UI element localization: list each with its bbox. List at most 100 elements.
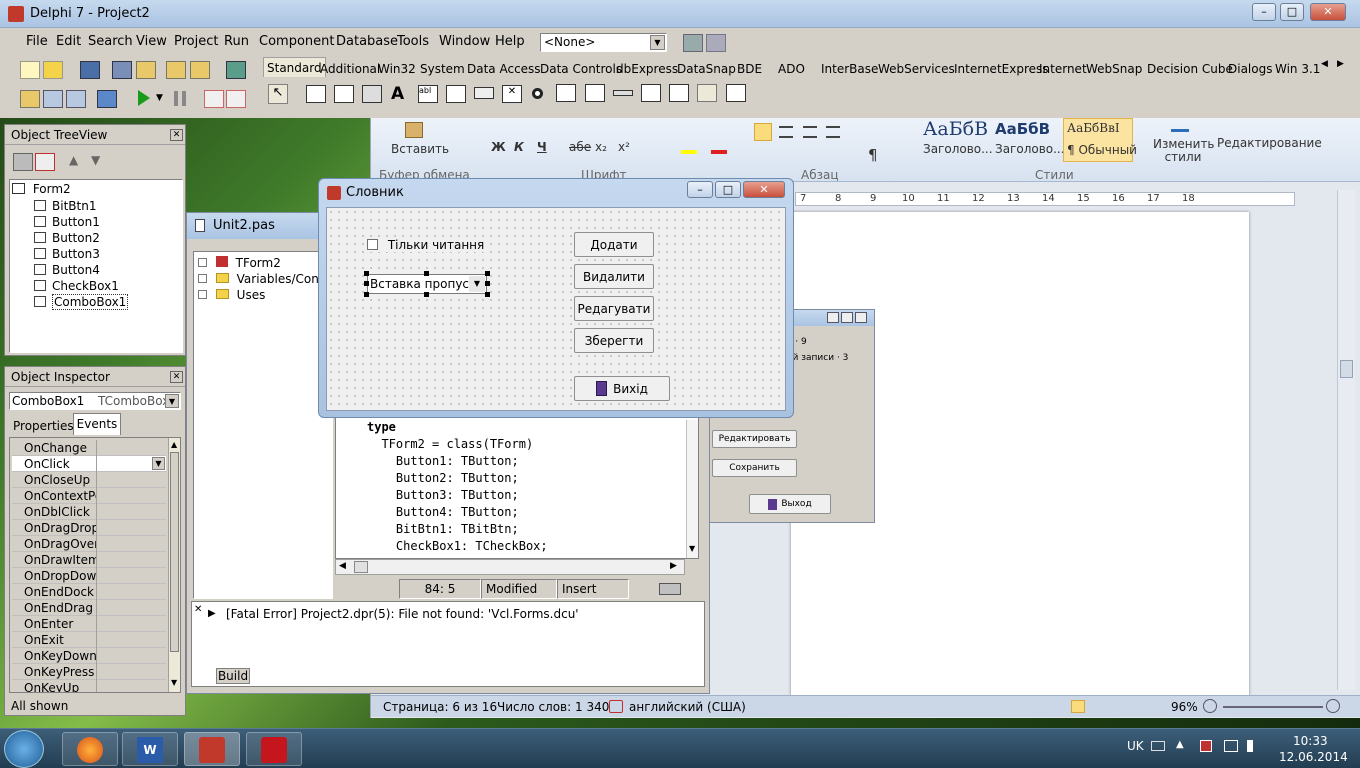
open-icon[interactable] xyxy=(43,61,63,79)
clock-time[interactable]: 10:33 xyxy=(1293,734,1328,748)
palette-scroll-right-icon[interactable]: ▶ xyxy=(1337,59,1344,69)
tree-item-button3[interactable]: Button3 xyxy=(34,246,100,262)
edit-button[interactable]: Редагувати xyxy=(574,296,654,321)
edit-icon[interactable]: abl xyxy=(418,85,438,103)
palette-tab-internetexpress[interactable]: InternetExpress xyxy=(954,59,1049,79)
taskbar-delphi[interactable] xyxy=(184,732,240,766)
hscroll-left-icon[interactable]: ◀ xyxy=(339,561,346,571)
paste-button[interactable]: Вставить xyxy=(389,122,449,170)
view-form-icon[interactable] xyxy=(43,90,63,108)
run-form-edit-button[interactable]: Редактировать xyxy=(712,430,797,448)
treeview-new-icon[interactable] xyxy=(13,153,33,171)
event-row-onenddrag[interactable]: OnEndDrag xyxy=(12,600,166,616)
palette-tab-webservices[interactable]: WebServices xyxy=(878,59,955,79)
palette-tab-data-access[interactable]: Data Access xyxy=(467,59,541,79)
close-button[interactable]: ✕ xyxy=(1310,3,1346,21)
event-row-ondblclick[interactable]: OnDblClick xyxy=(12,504,166,520)
code-hscroll[interactable]: ◀ ▶ xyxy=(335,559,685,575)
minimize-button[interactable]: – xyxy=(1252,3,1276,21)
exit-button[interactable]: Вихід xyxy=(574,376,670,401)
trace-into-icon[interactable] xyxy=(204,90,224,108)
mainmenu-icon[interactable] xyxy=(334,85,354,103)
menu-view[interactable]: View xyxy=(136,34,167,49)
selection-handle[interactable] xyxy=(364,292,369,297)
selection-handle[interactable] xyxy=(364,271,369,276)
pointer-icon[interactable]: ↖ xyxy=(268,84,288,104)
spelling-icon[interactable] xyxy=(609,700,623,713)
tree-item-button1[interactable]: Button1 xyxy=(34,214,100,230)
align-center-button[interactable] xyxy=(779,126,793,138)
word-status-words[interactable]: Число слов: 1 340 xyxy=(497,696,609,718)
event-row-onclick[interactable]: OnClick ▼ xyxy=(12,456,166,472)
tree-item-bitbtn1[interactable]: BitBtn1 xyxy=(34,198,96,214)
save-button[interactable]: Зберегти xyxy=(574,328,654,353)
menu-search[interactable]: Search xyxy=(88,34,133,49)
event-row-onenter[interactable]: OnEnter xyxy=(12,616,166,632)
arrow-up-icon[interactable]: ▲ xyxy=(69,153,78,167)
chevron-down-icon[interactable]: ▼ xyxy=(152,457,165,470)
form-client-area[interactable]: Тільки читання Вставка пропуску ▼ Додати… xyxy=(326,207,786,411)
network-icon[interactable] xyxy=(1224,740,1238,752)
arrow-down-icon[interactable]: ▼ xyxy=(91,153,100,167)
event-row-onexit[interactable]: OnExit xyxy=(12,632,166,648)
expand-icon[interactable] xyxy=(198,258,207,267)
event-row-ondrawitem[interactable]: OnDrawItem xyxy=(12,552,166,568)
form-maximize-button[interactable]: □ xyxy=(715,181,741,198)
code-line-3[interactable]: Button1: TButton; xyxy=(367,453,519,470)
event-row-ondropdown[interactable]: OnDropDown xyxy=(12,568,166,584)
error-message[interactable]: [Fatal Error] Project2.dpr(5): File not … xyxy=(226,607,579,621)
run-icon[interactable] xyxy=(138,90,150,106)
new-icon[interactable] xyxy=(20,61,40,79)
menu-project[interactable]: Project xyxy=(174,34,218,49)
open-project-icon[interactable] xyxy=(136,61,156,79)
code-line-6[interactable]: Button4: TButton; xyxy=(367,504,519,521)
run-form-save-button[interactable]: Сохранить xyxy=(712,459,797,477)
vscroll-down-icon[interactable]: ▼ xyxy=(689,544,695,553)
groupbox-icon[interactable] xyxy=(641,84,661,102)
tree-item-combobox1[interactable]: ComboBox1 xyxy=(34,294,129,310)
palette-tab-websnap[interactable]: WebSnap xyxy=(1086,59,1142,79)
inspector-object-select[interactable]: ComboBox1 TComboBox ▼ xyxy=(9,392,181,410)
message-close-icon[interactable]: ✕ xyxy=(194,604,202,615)
expand-icon[interactable] xyxy=(198,290,207,299)
font-color-icon[interactable] xyxy=(711,140,727,154)
word-status-page[interactable]: Страница: 6 из 16 xyxy=(383,696,497,718)
change-styles-button[interactable]: Изменить стили xyxy=(1149,118,1215,166)
scroll-thumb[interactable] xyxy=(170,452,179,652)
inspector-vscroll[interactable]: ▲ ▼ xyxy=(168,438,180,692)
scroll-down-icon[interactable]: ▼ xyxy=(171,678,177,687)
underline-button[interactable]: Ч xyxy=(537,140,547,154)
selection-handle[interactable] xyxy=(485,281,490,286)
run-form-max-icon[interactable] xyxy=(841,312,853,323)
explorer-item-tform2[interactable]: TForm2 xyxy=(198,256,281,272)
toggle-form-icon[interactable] xyxy=(66,90,86,108)
add-button[interactable]: Додати xyxy=(574,232,654,257)
selection-handle[interactable] xyxy=(485,292,490,297)
volume-icon[interactable] xyxy=(1247,740,1259,752)
word-vscroll[interactable] xyxy=(1337,190,1355,690)
run-dropdown-icon[interactable]: ▼ xyxy=(156,93,163,103)
bold-button[interactable]: Ж xyxy=(491,140,506,154)
code-line-7[interactable]: BitBtn1: TBitBtn; xyxy=(367,521,519,538)
save-icon[interactable] xyxy=(80,61,100,79)
align-left-button[interactable] xyxy=(754,123,772,141)
flag-icon[interactable] xyxy=(1200,740,1212,752)
chevron-down-icon[interactable]: ▼ xyxy=(650,35,665,50)
tab-events[interactable]: Events xyxy=(73,413,121,435)
chevron-down-icon[interactable]: ▼ xyxy=(469,276,485,292)
align-right-button[interactable] xyxy=(803,126,817,138)
taskbar-firefox[interactable] xyxy=(62,732,118,766)
zoom-in-icon[interactable] xyxy=(1326,699,1340,713)
highlight-icon[interactable] xyxy=(681,140,697,154)
remove-file-icon[interactable] xyxy=(190,61,210,79)
code-line-1[interactable]: type xyxy=(367,419,396,436)
help-icon[interactable] xyxy=(226,61,246,79)
save-all-icon[interactable] xyxy=(112,61,132,79)
popupmenu-icon[interactable] xyxy=(362,85,382,103)
delete-button[interactable]: Видалити xyxy=(574,264,654,289)
maximize-button[interactable]: □ xyxy=(1280,3,1304,21)
menu-window[interactable]: Window xyxy=(439,34,490,49)
palette-tab-standard[interactable]: Standard xyxy=(263,57,326,77)
checkbox-box[interactable] xyxy=(367,239,378,250)
clock-date[interactable]: 12.06.2014 xyxy=(1279,750,1348,764)
